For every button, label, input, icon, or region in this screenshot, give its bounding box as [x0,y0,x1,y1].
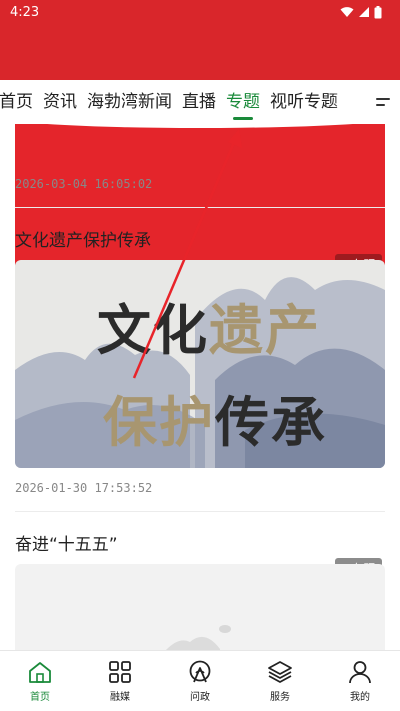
battery-icon [374,5,382,18]
user-icon [349,661,371,684]
tab-home[interactable]: 首页 [0,80,38,124]
channel-tabs: 首页 资讯 海勃湾新闻 直播 专题 视听专题 [0,80,360,124]
bottom-navigation: 首页 融媒 问政 服务 我的 [0,650,400,711]
topic-title[interactable]: 文化遗产保护传承 [15,226,151,251]
topic-feed: 专题 2026-03-04 16:05:02 文化遗产保护传承 文化遗产 保护传… [0,124,400,650]
nav-inquiry[interactable]: 问政 [160,651,240,711]
broadcast-icon [189,660,211,683]
home-icon [29,662,51,683]
tab-news[interactable]: 资讯 [38,80,82,124]
channel-menu-button[interactable] [366,80,400,124]
topic-title[interactable]: 奋进“十五五” [15,530,118,555]
menu-line-icon [376,98,390,100]
grid-icon [109,661,131,683]
tabs-fade [330,80,366,124]
divider [15,207,385,208]
status-bar: 4:23 [0,0,400,24]
tab-special-topics[interactable]: 专题 [221,80,265,124]
nav-label: 融媒 [110,692,130,703]
layers-icon [268,661,292,683]
nav-label: 我的 [350,692,370,703]
nav-services[interactable]: 服务 [240,651,320,711]
tab-live[interactable]: 直播 [177,80,221,124]
wifi-icon [340,7,354,17]
nav-profile[interactable]: 我的 [320,651,400,711]
cover-title-line2: 保护传承 [103,390,327,454]
tab-haibowan-news[interactable]: 海勃湾新闻 [82,80,177,124]
divider [15,511,385,512]
topic-cover-image[interactable]: 文化遗产 保护传承 [15,260,385,468]
status-time: 4:23 [10,4,40,20]
banner-decoration [15,124,385,128]
cover-title-line1: 文化遗产 [97,298,321,362]
menu-line-icon [376,104,385,106]
publish-date: 2026-01-30 17:53:52 [15,481,153,495]
publish-date: 2026-03-04 16:05:02 [15,177,153,191]
signal-icon [359,7,369,17]
status-icons [340,5,382,19]
nav-label: 首页 [30,692,50,703]
nav-label: 问政 [190,692,210,703]
topic-cover-image[interactable] [15,564,385,650]
nav-label: 服务 [270,692,290,703]
nav-home[interactable]: 首页 [0,651,80,711]
cover-illustration [166,625,231,650]
nav-media[interactable]: 融媒 [80,651,160,711]
